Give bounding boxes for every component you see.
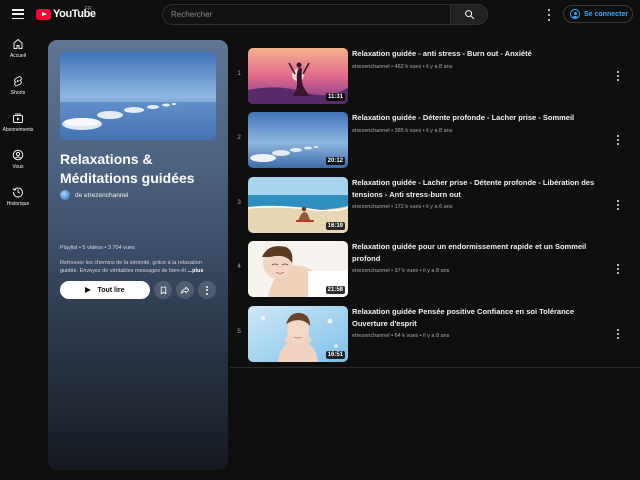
video-index: 3 (237, 199, 241, 206)
playlist-owner[interactable]: de etrezenchannel (60, 190, 129, 200)
video-thumbnail[interactable]: 16:19 (248, 177, 348, 233)
save-button[interactable] (154, 281, 172, 299)
video-views: 172 k vues (394, 204, 422, 210)
video-channel[interactable]: etrezenchannel (352, 128, 390, 134)
video-views: 97 k vues (394, 268, 419, 274)
share-icon (180, 286, 190, 294)
subscriptions-icon (13, 113, 23, 123)
playlist-video-row[interactable]: 5 16:51 Relaxation guidée Pensée positiv… (230, 298, 640, 362)
video-views: 385 k vues (394, 128, 422, 134)
video-duration: 21:58 (325, 286, 345, 294)
video-meta: etrezenchannel • 172 k vues • il y a 6 a… (352, 204, 453, 210)
video-thumbnail[interactable]: 16:51 (248, 306, 348, 362)
youtube-play-icon (36, 8, 51, 20)
video-channel[interactable]: etrezenchannel (352, 204, 390, 210)
you-icon (12, 149, 24, 161)
signin-button[interactable]: Se connecter (563, 5, 633, 23)
video-title[interactable]: Relaxation guidée - Détente profonde - L… (352, 112, 607, 124)
video-thumbnail[interactable]: 21:58 (248, 241, 348, 297)
more-vert-icon[interactable] (616, 329, 620, 339)
playlist-video-row[interactable]: 4 21:58 Relaxation guidée pour un endorm… (230, 233, 640, 297)
playlist-meta: Playlist • 5 vidéos • 3 704 vues (60, 245, 135, 251)
more-vert-icon[interactable] (616, 200, 620, 210)
sidebar-item-label: Historique (6, 201, 30, 207)
sidebar-item-label: Accueil (9, 53, 27, 59)
share-button[interactable] (176, 281, 194, 299)
video-index: 5 (237, 328, 241, 335)
logo-region: FR (85, 6, 92, 12)
video-title[interactable]: Relaxation guidée pour un endormissement… (352, 241, 607, 264)
search-input[interactable] (171, 10, 450, 19)
video-meta: etrezenchannel • 64 k vues • il y a 8 an… (352, 333, 450, 339)
video-age: il y a 8 ans (426, 128, 453, 134)
video-age: il y a 8 ans (423, 268, 450, 274)
video-thumbnail[interactable]: 20:12 (248, 112, 348, 168)
video-age: il y a 8 ans (423, 333, 450, 339)
video-duration: 11:31 (325, 93, 345, 101)
video-views: 462 k vues (394, 64, 422, 70)
video-index: 4 (237, 263, 241, 270)
video-meta: etrezenchannel • 385 k vues • il y a 8 a… (352, 128, 453, 134)
playlist-thumbnail[interactable] (60, 52, 216, 140)
video-channel[interactable]: etrezenchannel (352, 333, 390, 339)
video-index: 2 (237, 134, 241, 141)
sidebar-item-subscriptions[interactable]: Abonnements (0, 112, 36, 133)
playlist-title: Relaxations & Méditations guidées (60, 151, 195, 186)
play-all-label: Tout lire (97, 286, 125, 294)
channel-avatar (60, 190, 70, 200)
video-channel[interactable]: etrezenchannel (352, 268, 390, 274)
more-actions-button[interactable] (198, 281, 216, 299)
playlist-video-row[interactable]: 2 20:12 Relaxation guidée - Détente prof… (230, 104, 640, 168)
video-index: 1 (237, 70, 241, 77)
search-box (162, 4, 450, 25)
playlist-panel: Relaxations & Méditations guidées de etr… (48, 40, 228, 470)
video-age: il y a 6 ans (426, 204, 453, 210)
video-age: il y a 8 ans (426, 64, 453, 70)
video-duration: 20:12 (325, 157, 345, 165)
video-duration: 16:19 (325, 222, 345, 230)
video-meta: etrezenchannel • 462 k vues • il y a 8 a… (352, 64, 453, 70)
user-icon (570, 9, 580, 19)
video-title[interactable]: Relaxation guidée - Lacher prise - Déten… (352, 177, 607, 200)
video-title[interactable]: Relaxation guidée - anti stress - Burn o… (352, 48, 607, 60)
video-duration: 16:51 (325, 351, 345, 359)
playlist-video-row[interactable]: 1 11:31 Relaxation guidée - anti stress … (230, 40, 640, 104)
sidebar-item-shorts[interactable]: Shorts (0, 75, 36, 96)
video-channel[interactable]: etrezenchannel (352, 64, 390, 70)
video-views: 64 k vues (394, 333, 419, 339)
more-link[interactable]: ...plus (188, 268, 204, 274)
sidebar-item-history[interactable]: Historique (0, 186, 36, 207)
more-vert-icon[interactable] (616, 135, 620, 145)
search-icon (464, 10, 474, 20)
more-vert-icon[interactable] (616, 264, 620, 274)
sidebar-item-label: Shorts (10, 90, 26, 96)
history-icon (12, 187, 23, 198)
shorts-icon (14, 76, 22, 87)
playlist-video-row[interactable]: 3 16:19 Relaxation guidée - Lacher prise… (230, 169, 640, 233)
sidebar-item-home[interactable]: Accueil (0, 38, 36, 59)
playlist-description: Retrouver les chemins de la sérénité, gr… (60, 259, 218, 275)
more-vert-icon (206, 285, 208, 295)
description-text: Retrouver les chemins de la sérénité, gr… (60, 260, 202, 274)
sidebar-item-label: Vous (12, 164, 24, 170)
bookmark-icon (160, 286, 166, 294)
home-icon (13, 39, 23, 49)
owner-name: de etrezenchannel (75, 191, 129, 199)
video-meta: etrezenchannel • 97 k vues • il y a 8 an… (352, 268, 450, 274)
menu-icon[interactable] (12, 9, 24, 19)
settings-more-icon[interactable] (544, 8, 554, 22)
top-bar: YouTube FR Se connecter (0, 0, 640, 30)
video-title[interactable]: Relaxation guidée Pensée positive Confia… (352, 306, 607, 329)
play-icon (85, 287, 92, 293)
play-all-button[interactable]: Tout lire (60, 281, 150, 299)
more-vert-icon[interactable] (616, 71, 620, 81)
sidebar-item-you[interactable]: Vous (0, 149, 36, 170)
list-divider (230, 367, 640, 368)
search-button[interactable] (450, 4, 488, 25)
video-thumbnail[interactable]: 11:31 (248, 48, 348, 104)
sidebar-item-label: Abonnements (2, 127, 34, 133)
signin-label: Se connecter (584, 10, 628, 18)
